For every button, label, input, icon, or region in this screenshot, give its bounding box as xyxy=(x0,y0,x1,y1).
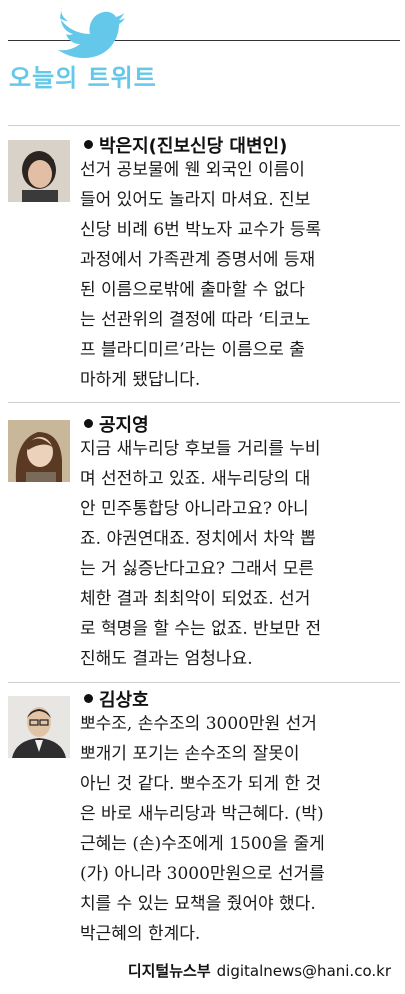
tweet-body: 지금 새누리당 후보들 거리를 누비 며 선전하고 있죠. 새누리당의 대 안 … xyxy=(80,439,322,669)
tweet-body: 뽀수조, 손수조의 3000만원 선거 뽀개기 포기는 손수조의 잘못이 아닌 … xyxy=(80,714,325,944)
tweet-body: 선거 공보물에 웬 외국인 이름이 들어 있어도 놀라지 마셔요. 진보 신당 … xyxy=(80,160,322,390)
section-divider xyxy=(8,682,400,683)
section-divider xyxy=(8,402,400,403)
header: 오늘의 트위트 xyxy=(0,0,405,110)
byline-desk: 디지털뉴스부 xyxy=(127,962,211,980)
section-divider xyxy=(8,125,400,126)
page-title: 오늘의 트위트 xyxy=(9,64,157,92)
avatar xyxy=(8,420,70,482)
byline-email: digitalnews@hani.co.kr xyxy=(216,962,391,980)
byline: 디지털뉴스부 digitalnews@hani.co.kr xyxy=(128,960,391,981)
avatar xyxy=(8,696,70,758)
twitter-bird-icon xyxy=(52,4,126,64)
avatar xyxy=(8,140,70,202)
